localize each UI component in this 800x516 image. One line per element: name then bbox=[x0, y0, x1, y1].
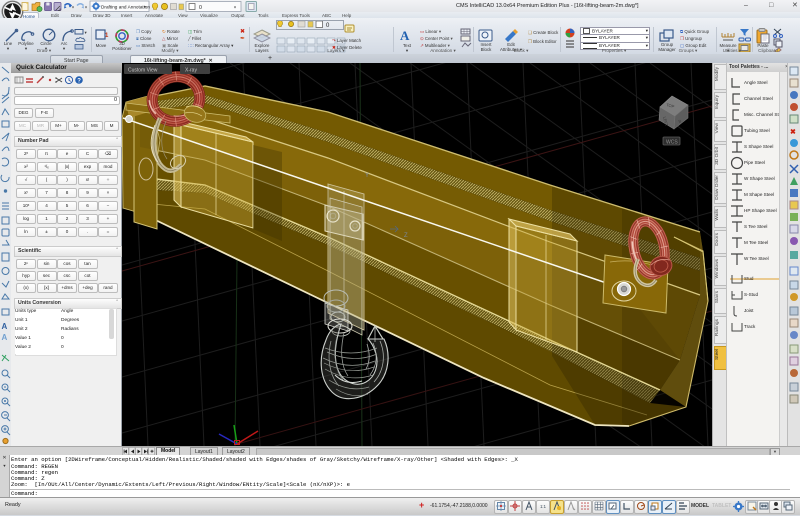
svg-text:X-ray: X-ray bbox=[185, 68, 197, 74]
svg-text:A: A bbox=[2, 322, 8, 331]
svg-text:0: 0 bbox=[199, 5, 202, 11]
svg-text:Y: Y bbox=[365, 173, 369, 179]
svg-text:Z: Z bbox=[404, 233, 408, 239]
svg-text:A: A bbox=[2, 333, 8, 342]
svg-text:Drafting and Annotation: Drafting and Annotation bbox=[101, 5, 150, 10]
svg-text:Custom View: Custom View bbox=[128, 68, 158, 74]
svg-text:▾: ▾ bbox=[234, 5, 236, 10]
svg-text:▾: ▾ bbox=[144, 4, 146, 9]
svg-text:?: ? bbox=[77, 78, 81, 84]
svg-text:▾: ▾ bbox=[72, 5, 74, 10]
svg-text:WCS: WCS bbox=[666, 140, 678, 146]
svg-text:▾: ▾ bbox=[85, 5, 87, 10]
svg-text:✖: ✖ bbox=[790, 128, 796, 136]
svg-text:1: 1 bbox=[105, 33, 109, 39]
svg-text:▾: ▾ bbox=[85, 30, 88, 35]
